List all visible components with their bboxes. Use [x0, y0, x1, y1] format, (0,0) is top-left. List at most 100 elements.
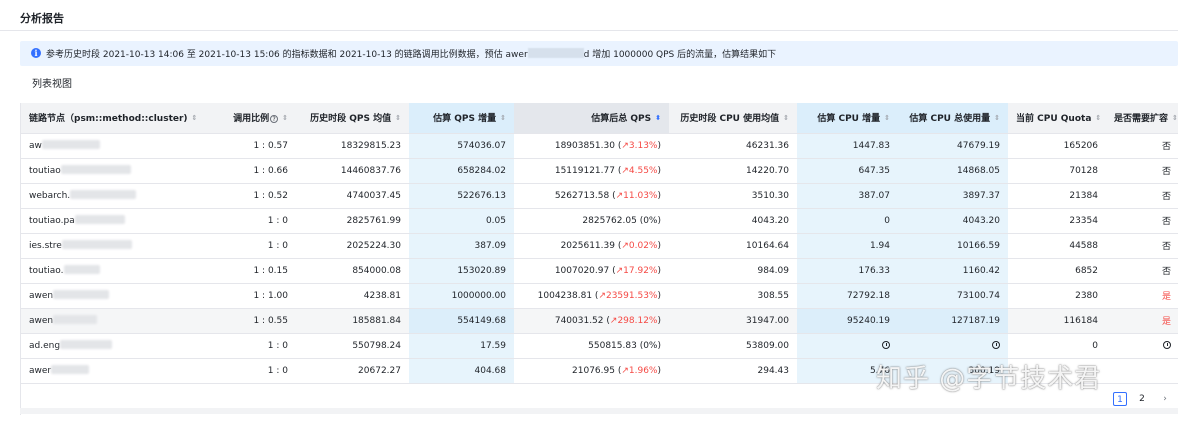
- trend-up-icon: ↗: [621, 140, 629, 151]
- table-row[interactable]: ies.stre 1 : 0 2025224.30 387.09 2025611.39 …: [21, 233, 1178, 259]
- redacted-text: [53, 315, 98, 324]
- cell-need-scale: 否: [1106, 133, 1178, 159]
- qps-increase-value: 387.09: [474, 240, 507, 251]
- sort-icon[interactable]: ⇕: [884, 114, 890, 122]
- qps-increase-value: 1000000.00: [451, 290, 506, 301]
- sort-desc-icon[interactable]: ⬍: [655, 114, 661, 122]
- cell-qps-increase: 574036.07: [409, 133, 514, 159]
- need-scale-value: 否: [1161, 217, 1171, 227]
- need-scale-value: 否: [1161, 142, 1171, 152]
- table-row[interactable]: toutiao. 1 : 0.15 854000.08 153020.89 100702…: [21, 258, 1178, 284]
- cell-cpu-increase: [797, 333, 898, 359]
- column-header-node[interactable]: 链路节点（psm::method::cluster) ⇕: [21, 103, 211, 134]
- cell-total-qps: 5262713.58 (↗11.03%): [514, 183, 669, 209]
- redacted-text: [527, 48, 584, 58]
- sort-icon[interactable]: ⇕: [192, 114, 198, 122]
- cell-qps-increase: 17.59: [409, 333, 514, 359]
- cell-hist-cpu: 14220.70: [669, 158, 797, 184]
- sort-icon[interactable]: ⇕: [282, 114, 288, 122]
- cell-cpu-increase: 1447.83: [797, 133, 898, 159]
- horizontal-scrollbar[interactable]: [20, 408, 1178, 414]
- cpu-increase-value: 95240.19: [847, 315, 890, 326]
- hist-qps-value: 4740037.45: [346, 190, 401, 201]
- table-row[interactable]: toutiao 1 : 0.66 14460837.76 658284.02 15119…: [21, 158, 1178, 184]
- total-qps-value: 740031.52: [554, 315, 604, 326]
- percent-change: 3.13%: [628, 140, 658, 151]
- pagination-page-2[interactable]: 2: [1135, 392, 1149, 406]
- cell-cpu-quota: 21384: [1008, 183, 1106, 209]
- table-row[interactable]: aw 1 : 0.57 18329815.23 574036.07 18903851.3…: [21, 133, 1178, 159]
- column-header-total-qps[interactable]: 估算后总 QPS ⬍: [514, 103, 669, 134]
- column-header-cpu-quota[interactable]: 当前 CPU Quota ⇕: [1008, 103, 1106, 134]
- cell-node: toutiao: [21, 158, 211, 184]
- cell-qps-increase: 153020.89: [409, 258, 514, 284]
- ratio-value: 1 : 0: [267, 365, 288, 376]
- node-name: webarch.: [29, 191, 71, 201]
- node-name: toutiao: [29, 166, 61, 176]
- trend-up-icon: ↗: [621, 365, 629, 376]
- table-row[interactable]: webarch. 1 : 0.52 4740037.45 522676.13 52627…: [21, 183, 1178, 209]
- cpu-total-value: 1160.42: [962, 265, 1000, 276]
- total-qps-value: 1007020.97: [554, 265, 610, 276]
- qps-increase-value: 404.68: [474, 365, 507, 376]
- cell-hist-qps: 2025224.30: [296, 233, 409, 259]
- column-header-qps-increase[interactable]: 估算 QPS 增量 ⇕: [409, 103, 514, 134]
- pagination-next-icon[interactable]: ›: [1158, 392, 1172, 406]
- cell-ratio: 1 : 0: [211, 358, 296, 384]
- sort-icon[interactable]: ⇕: [1095, 114, 1101, 122]
- cell-cpu-quota: 0: [1008, 333, 1106, 359]
- cell-cpu-quota: 116184: [1008, 308, 1106, 334]
- sort-icon[interactable]: ⇕: [783, 114, 789, 122]
- column-header-cpu-increase[interactable]: 估算 CPU 增量 ⇕: [797, 103, 898, 134]
- percent-change: 23591.53%: [605, 290, 658, 301]
- sort-icon[interactable]: ⇕: [994, 114, 1000, 122]
- redacted-text: [74, 215, 125, 224]
- cell-ratio: 1 : 0.52: [211, 183, 296, 209]
- table-row[interactable]: ad.eng 1 : 0 550798.24 17.59 550815.83 (0%) 5…: [21, 333, 1178, 359]
- column-header-cpu-total[interactable]: 估算 CPU 总使用量 ⇕: [898, 103, 1008, 134]
- cell-hist-qps: 185881.84: [296, 308, 409, 334]
- quota-value: 23354: [1069, 215, 1098, 226]
- help-icon[interactable]: ?: [270, 115, 279, 124]
- column-header-label: 历史时段 QPS 均值: [310, 114, 392, 125]
- cell-cpu-increase: 72792.18: [797, 283, 898, 309]
- hist-cpu-value: 3510.30: [751, 190, 789, 201]
- cell-hist-qps: 4238.81: [296, 283, 409, 309]
- ratio-value: 1 : 0: [267, 340, 288, 351]
- qps-increase-value: 658284.02: [457, 165, 506, 176]
- cell-node: toutiao.: [21, 258, 211, 284]
- sort-icon[interactable]: ⇕: [1172, 114, 1178, 122]
- cpu-increase-value: 0: [884, 215, 890, 226]
- table-row[interactable]: toutiao.pa 1 : 0 2825761.99 0.05 2825762.05 …: [21, 208, 1178, 234]
- loading-icon: [882, 340, 890, 349]
- info-text: 参考历史时段 2021-10-13 14:06 至 2021-10-13 15:…: [46, 47, 776, 60]
- column-header-ratio[interactable]: 调用比例? ⇕: [211, 103, 296, 134]
- column-header-hist-qps[interactable]: 历史时段 QPS 均值 ⇕: [296, 103, 409, 134]
- hist-qps-value: 14460837.76: [340, 165, 401, 176]
- hist-qps-value: 185881.84: [352, 315, 401, 326]
- table-row[interactable]: awen 1 : 1.00 4238.81 1000000.00 1004238.81 …: [21, 283, 1178, 309]
- sort-icon[interactable]: ⇕: [395, 114, 401, 122]
- hist-cpu-value: 31947.00: [746, 315, 789, 326]
- pagination-page-1[interactable]: 1: [1113, 392, 1127, 406]
- qps-increase-value: 153020.89: [457, 265, 506, 276]
- cell-cpu-total: 3897.37: [898, 183, 1008, 209]
- cell-need-scale: 否: [1106, 258, 1178, 284]
- column-header-hist-cpu[interactable]: 历史时段 CPU 使用均值 ⇕: [669, 103, 797, 134]
- percent-change: 11.03%: [623, 190, 658, 201]
- table-row[interactable]: awen 1 : 0.55 185881.84 554149.68 740031.52 …: [21, 308, 1178, 334]
- redacted-text: [63, 265, 100, 274]
- cell-cpu-total: 73100.74: [898, 283, 1008, 309]
- percent-change: 0%: [643, 215, 658, 226]
- sort-icon[interactable]: ⇕: [500, 114, 506, 122]
- cell-need-scale: 否: [1106, 233, 1178, 259]
- cell-total-qps: 2025611.39 (↗0.02%): [514, 233, 669, 259]
- cell-node: webarch.: [21, 183, 211, 209]
- column-header-need-scale[interactable]: 是否需要扩容 ⇕: [1106, 103, 1178, 134]
- cell-cpu-quota: 2380: [1008, 283, 1106, 309]
- redacted-text: [60, 165, 131, 174]
- cell-qps-increase: 404.68: [409, 358, 514, 384]
- quota-value: 116184: [1063, 315, 1098, 326]
- info-icon: i: [31, 48, 41, 58]
- qps-increase-value: 0.05: [485, 215, 506, 226]
